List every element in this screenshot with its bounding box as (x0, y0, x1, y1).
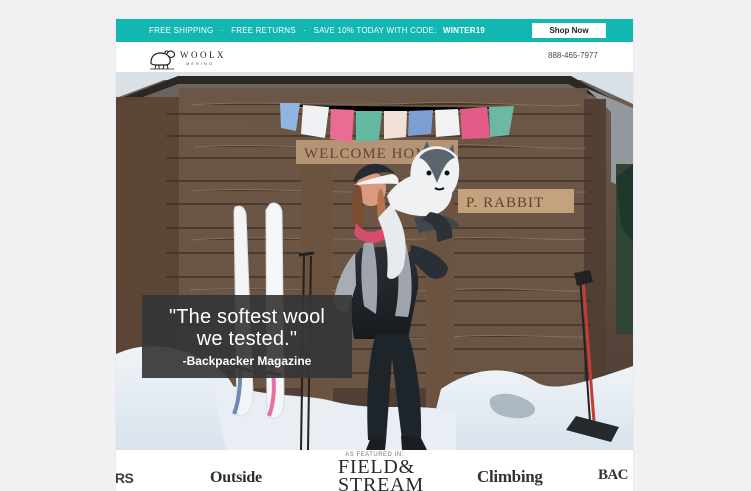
testimonial-overlay: "The softest wool we tested." -Backpacke… (142, 295, 352, 378)
testimonial-source: -Backpacker Magazine (182, 354, 312, 368)
shop-now-button[interactable]: Shop Now (532, 23, 606, 38)
featured-brand-outside[interactable]: Outside (210, 469, 262, 487)
screenshot-page: FREE SHIPPING · FREE RETURNS · SAVE 10% … (0, 0, 751, 491)
featured-in-section: AS FEATURED IN: ERS Outside FIELD& STREA… (116, 450, 633, 491)
featured-brand-partial-right[interactable]: BAC (598, 467, 628, 484)
promo-code: WINTER19 (442, 26, 485, 35)
free-shipping-text: FREE SHIPPING (149, 26, 214, 35)
photo-icon: WELCOME HOME P. RABBIT (116, 72, 633, 450)
woolx-logo[interactable]: WOOLX MERINO (147, 45, 257, 70)
email-preview: FREE SHIPPING · FREE RETURNS · SAVE 10% … (116, 19, 633, 491)
separator-dot: · (220, 26, 224, 35)
logo-subtitle: MERINO (186, 61, 214, 66)
logo-wordmark: WOOLX (180, 50, 226, 60)
brand-header: WOOLX MERINO 888-465-7977 (116, 42, 633, 72)
featured-brand-field-stream[interactable]: FIELD& STREAM (338, 457, 424, 491)
hero-image[interactable]: WELCOME HOME P. RABBIT "The softest wool… (116, 72, 633, 450)
svg-text:P. RABBIT: P. RABBIT (466, 195, 544, 211)
free-returns-text: FREE RETURNS (231, 26, 296, 35)
testimonial-quote: "The softest wool we tested." (168, 306, 326, 350)
featured-brand-climbing[interactable]: Climbing (477, 467, 543, 487)
sheep-icon (150, 50, 176, 70)
separator-dot: · (303, 26, 307, 35)
promo-text: FREE SHIPPING · FREE RETURNS · SAVE 10% … (149, 26, 485, 35)
phone-number[interactable]: 888-465-7977 (548, 51, 598, 60)
featured-brand-partial-left[interactable]: ERS (116, 470, 134, 486)
promo-bar: FREE SHIPPING · FREE RETURNS · SAVE 10% … (116, 19, 633, 42)
save-text: SAVE 10% TODAY WITH CODE: (313, 26, 437, 35)
